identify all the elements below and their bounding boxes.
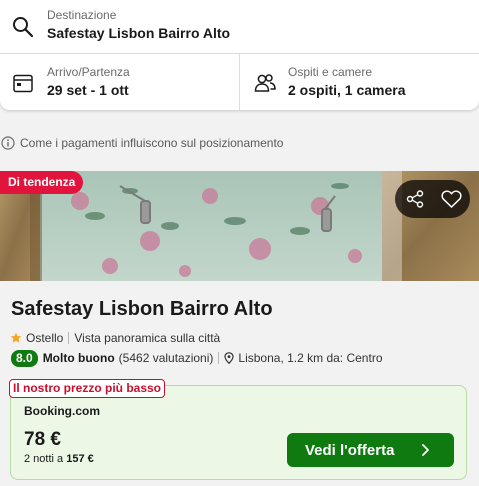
view-deal-label: Vedi l'offerta <box>305 442 395 459</box>
nightly-price: 78 € <box>24 429 61 450</box>
heart-icon[interactable] <box>441 189 462 209</box>
location-text: Lisbona, 1.2 km da: Centro <box>238 351 383 365</box>
people-icon <box>254 74 276 92</box>
rating-score: 8.0 <box>11 349 38 367</box>
star-icon <box>10 332 22 343</box>
hotel-meta: Ostello Vista panoramica sulla città <box>10 330 220 346</box>
payments-info-link[interactable]: Come i pagamenti influiscono sul posizio… <box>0 134 283 152</box>
view-deal-button[interactable]: Vedi l'offerta <box>287 433 454 467</box>
info-icon <box>1 136 15 150</box>
share-icon[interactable] <box>405 189 425 209</box>
rating-row: 8.0 Molto buono (5462 valutazioni) Lisbo… <box>11 349 383 367</box>
trending-badge: Di tendenza <box>0 171 84 194</box>
search-icon <box>13 17 34 38</box>
rating-count: (5462 valutazioni) <box>118 351 214 365</box>
rating-label: Molto buono <box>42 351 115 365</box>
calendar-icon <box>13 74 33 93</box>
lowest-price-badge: Il nostro prezzo più basso <box>9 379 166 398</box>
location-pin-icon <box>224 352 235 364</box>
guests-field[interactable]: Ospiti e camere 2 ospiti, 1 camera <box>240 54 479 110</box>
divider <box>218 352 220 364</box>
destination-field[interactable]: Destinazione Safestay Lisbon Bairro Alto <box>0 0 479 54</box>
dates-field[interactable]: Arrivo/Partenza 29 set - 1 ott <box>0 54 240 110</box>
payments-info-text: Come i pagamenti influiscono sul posizio… <box>20 136 284 150</box>
divider <box>68 332 70 344</box>
chevron-right-icon <box>422 444 429 456</box>
destination-label: Destinazione <box>47 8 117 22</box>
guests-label: Ospiti e camere <box>288 65 373 79</box>
guests-value: 2 ospiti, 1 camera <box>288 82 406 98</box>
total-amount: 157 € <box>66 453 94 465</box>
search-summary-card: Destinazione Safestay Lisbon Bairro Alto… <box>0 0 479 110</box>
total-prefix: 2 notti a <box>24 453 64 465</box>
provider-name: Booking.com <box>24 404 101 418</box>
property-feature: Vista panoramica sulla città <box>74 331 221 345</box>
dates-label: Arrivo/Partenza <box>47 65 130 79</box>
dates-value: 29 set - 1 ott <box>47 82 129 98</box>
destination-value: Safestay Lisbon Bairro Alto <box>47 25 231 41</box>
property-type: Ostello <box>26 331 64 345</box>
hotel-name[interactable]: Safestay Lisbon Bairro Alto <box>11 298 273 321</box>
total-price: 2 notti a 157 € <box>24 453 94 465</box>
